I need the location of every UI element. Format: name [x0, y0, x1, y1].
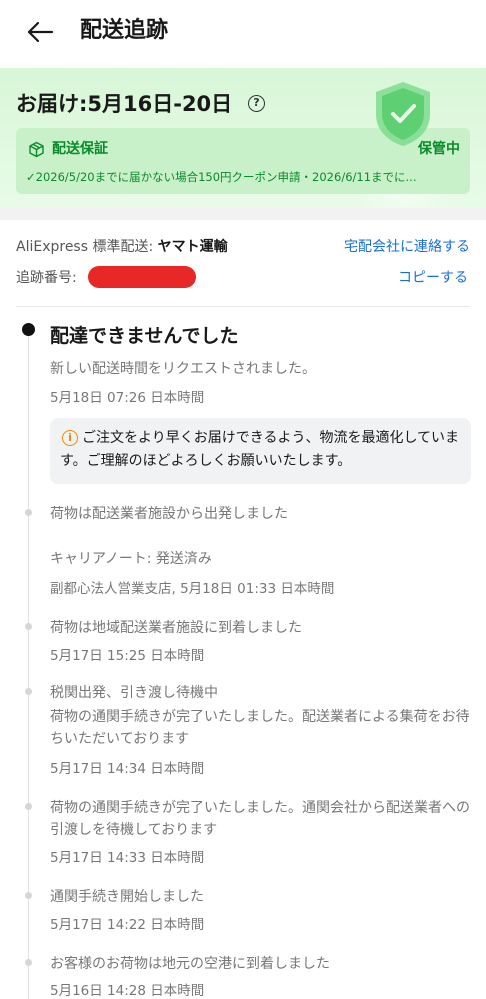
event-text: お客様のお荷物は地元の空港に到着しました [50, 956, 330, 972]
event-time: 5月18日 07:26 日本時間 [50, 390, 205, 406]
guarantee-title: 配送保証 [52, 141, 108, 157]
event-text: 荷物の通関手続きが完了いたしました。通関会社から配送業者への引渡しを待機しており… [50, 800, 470, 838]
event-text: 税関出発、引き渡し待機中 [50, 685, 218, 701]
event-time: 5月16日 14:28 日本時間 [50, 983, 205, 999]
event-text: 荷物は地域配送業者施設に到着しました [50, 620, 302, 636]
timeline-dot [25, 803, 32, 810]
info-icon[interactable]: ? [248, 95, 265, 112]
carrier-prefix: AliExpress 標準配送: [16, 239, 158, 255]
current-status: 配達できませんでした [50, 325, 239, 347]
delivery-estimate-card: お届け:5月16日-20日 ? 配送保証 保管中 ✓2026/5/20までに届か… [0, 68, 486, 208]
event-text: 新しい配送時間をリクエストされました。 [50, 361, 316, 377]
event-text: 通関手続き開始しました [50, 889, 204, 905]
tracking-number-label: 追跡番号: [16, 270, 77, 286]
copy-tracking-button[interactable]: コピーする [398, 267, 468, 289]
event-time: 5月17日 14:22 日本時間 [50, 917, 205, 933]
divider-line [16, 306, 470, 307]
timeline-dot [25, 623, 32, 630]
redacted-tracking-number [88, 266, 196, 288]
event-time: 副都心法人営業支店, 5月18日 01:33 日本時間 [50, 581, 335, 597]
guarantee-detail: ✓2026/5/20までに届かない場合150円クーポン申請・2026/6/11ま… [26, 170, 417, 184]
timeline-dot [25, 509, 32, 516]
package-icon [28, 141, 45, 158]
section-divider [0, 208, 486, 220]
event-text: キャリアノート: 発送済み [50, 551, 212, 567]
page-title: 配送追跡 [80, 18, 169, 43]
carrier-name: ヤマト運輸 [157, 239, 228, 255]
event-text-detail: 荷物の通関手続きが完了いたしました。配送業者による集荷をお待ちいただいております [50, 709, 470, 747]
timeline-dot [25, 959, 32, 966]
top-bar: 配送追跡 [0, 0, 486, 64]
timeline-dot [25, 688, 32, 695]
event-time: 5月17日 14:34 日本時間 [50, 761, 205, 777]
shield-check-icon [376, 82, 430, 146]
event-time: 5月17日 15:25 日本時間 [50, 648, 205, 664]
timeline-line [28, 336, 29, 999]
back-arrow-icon[interactable] [22, 14, 58, 50]
event-time: 5月17日 14:33 日本時間 [50, 850, 205, 866]
event-text: 荷物は配送業者施設から出発しました [50, 506, 288, 522]
notice-text: ご注文をより早くお届けできるよう、物流を最適化しています。ご理解のほどよろしくお… [60, 430, 460, 469]
timeline-dot [25, 892, 32, 899]
timeline-current-dot [22, 323, 35, 336]
delivery-eta: お届け:5月16日-20日 [16, 92, 233, 116]
contact-carrier-link[interactable]: 宅配会社に連絡する [344, 236, 470, 258]
optimization-notice: i ご注文をより早くお届けできるよう、物流を最適化しています。ご理解のほどよろし… [50, 418, 471, 484]
carrier-info: AliExpress 標準配送: ヤマト運輸 [16, 236, 228, 258]
